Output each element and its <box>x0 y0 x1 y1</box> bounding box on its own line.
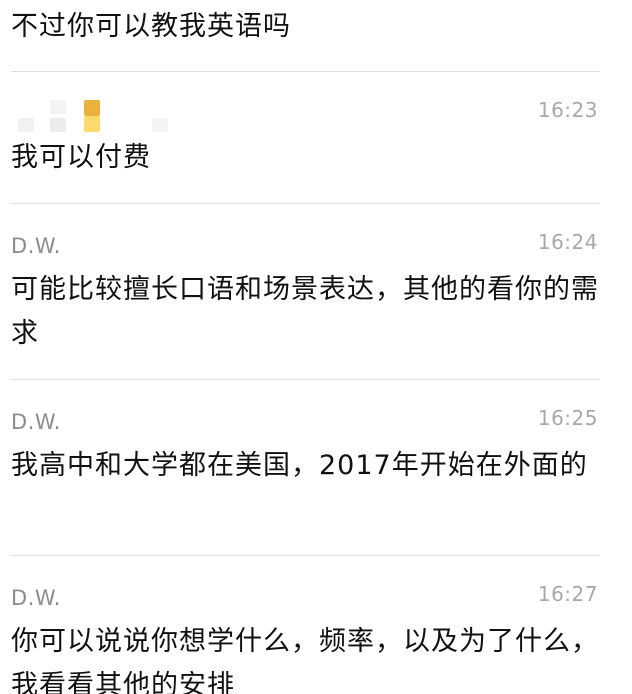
message-timestamp: 16:27 <box>537 582 598 606</box>
message-text: 我可以付费 <box>11 142 151 173</box>
message-timestamp: 16:24 <box>537 230 598 254</box>
blurred-sender-name <box>14 100 174 136</box>
chat-message[interactable]: 不过你可以教我英语吗 <box>0 0 632 72</box>
chat-message[interactable]: 16:23 我可以付费 <box>0 72 632 203</box>
chat-message[interactable]: D.W. 16:25 我高中和大学都在美国，2017年开始在外面的 <box>0 380 632 556</box>
message-timestamp: 16:25 <box>537 406 598 430</box>
message-timestamp: 16:23 <box>537 98 598 122</box>
message-text: 我高中和大学都在美国，2017年开始在外面的 <box>11 450 588 481</box>
message-text: 可能比较擅长口语和场景表达，其他的看你的需求 <box>11 274 599 349</box>
chat-message[interactable]: D.W. 16:27 你可以说说你想学什么，频率，以及为了什么，我看看其他的安排 <box>0 556 632 694</box>
sender-name: D.W. <box>11 410 61 434</box>
chat-message[interactable]: D.W. 16:24 可能比较擅长口语和场景表达，其他的看你的需求 <box>0 204 632 380</box>
sender-name: D.W. <box>11 586 61 610</box>
sender-name: D.W. <box>11 234 61 258</box>
message-text: 你可以说说你想学什么，频率，以及为了什么，我看看其他的安排 <box>11 626 599 694</box>
message-text: 不过你可以教我英语吗 <box>11 11 291 42</box>
